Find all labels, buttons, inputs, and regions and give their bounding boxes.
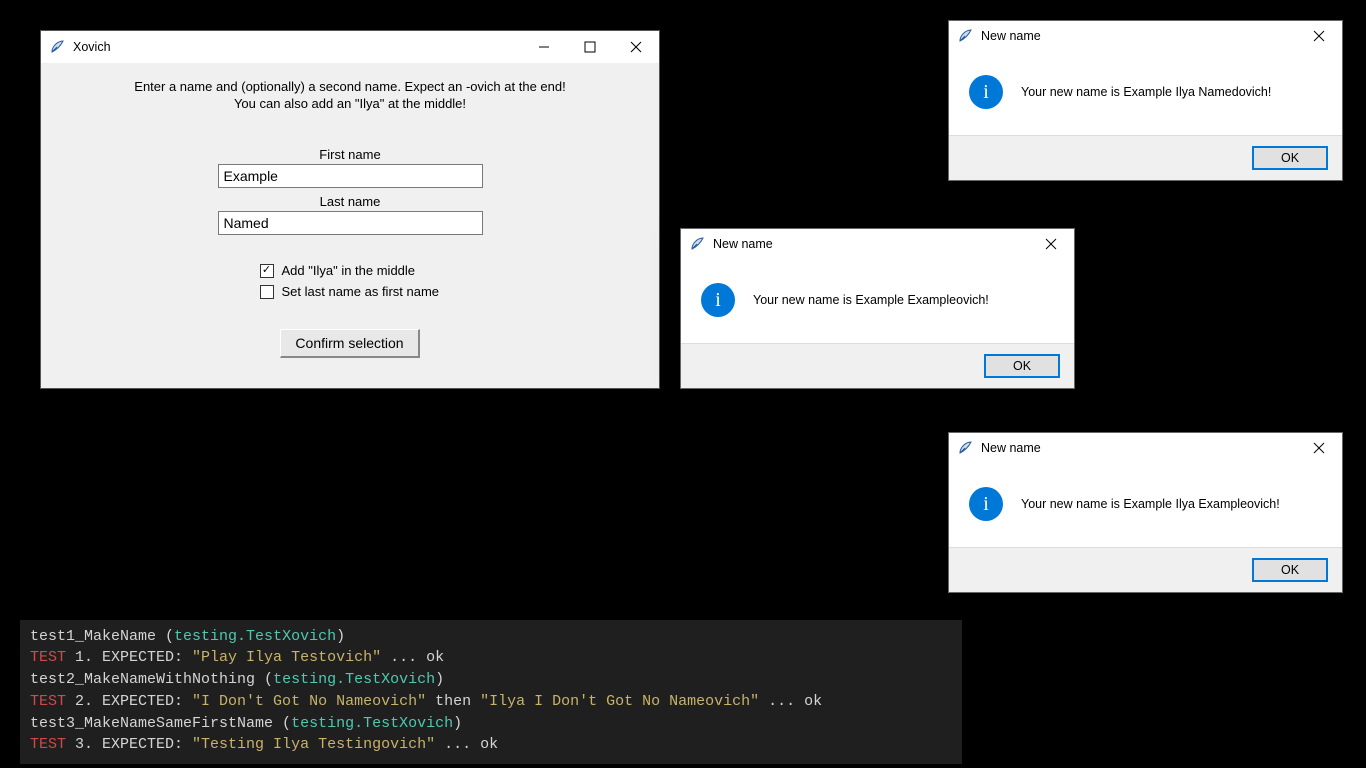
msgbox-text: Your new name is Example Exampleovich!	[753, 293, 989, 307]
first-name-input[interactable]	[218, 164, 483, 188]
ok-button[interactable]: OK	[1252, 558, 1328, 582]
close-button[interactable]	[1296, 20, 1342, 52]
msgbox-footer: OK	[949, 547, 1342, 592]
msgbox-titlebar: New name	[681, 229, 1074, 259]
console-line: test1_MakeName (testing.TestXovich)	[30, 626, 952, 648]
msgbox-body: i Your new name is Example Exampleovich!	[681, 259, 1074, 343]
msgbox-text: Your new name is Example Ilya Exampleovi…	[1021, 497, 1280, 511]
last-name-input[interactable]	[218, 211, 483, 235]
checkbox-lastfirst-row[interactable]: Set last name as first name	[218, 284, 483, 299]
feather-icon	[957, 28, 973, 44]
console-output: test1_MakeName (testing.TestXovich) TEST…	[20, 620, 962, 765]
titlebar: Xovich	[41, 31, 659, 63]
feather-icon	[957, 440, 973, 456]
console-line: TEST 3. EXPECTED: "Testing Ilya Testingo…	[30, 734, 952, 756]
msgbox-title: New name	[981, 29, 1041, 43]
console-line: test2_MakeNameWithNothing (testing.TestX…	[30, 669, 952, 691]
xovich-main-window: Xovich Enter a name and (optionally) a s…	[40, 30, 660, 389]
msgbox-title: New name	[981, 441, 1041, 455]
msgbox-2: New name i Your new name is Example Exam…	[680, 228, 1075, 389]
console-line: TEST 2. EXPECTED: "I Don't Got No Nameov…	[30, 691, 952, 713]
minimize-button[interactable]	[521, 31, 567, 63]
msgbox-footer: OK	[949, 135, 1342, 180]
msgbox-titlebar: New name	[949, 21, 1342, 51]
instruction-text-2: You can also add an "Ilya" at the middle…	[61, 96, 639, 111]
confirm-button[interactable]: Confirm selection	[280, 329, 419, 358]
close-button[interactable]	[1028, 228, 1074, 260]
msgbox-title: New name	[713, 237, 773, 251]
feather-icon	[49, 39, 65, 55]
ok-button[interactable]: OK	[984, 354, 1060, 378]
maximize-button[interactable]	[567, 31, 613, 63]
msgbox-body: i Your new name is Example Ilya Namedovi…	[949, 51, 1342, 135]
msgbox-1: New name i Your new name is Example Ilya…	[948, 20, 1343, 181]
checkbox-ilya[interactable]: ✓	[260, 264, 274, 278]
msgbox-text: Your new name is Example Ilya Namedovich…	[1021, 85, 1271, 99]
msgbox-body: i Your new name is Example Ilya Exampleo…	[949, 463, 1342, 547]
feather-icon	[689, 236, 705, 252]
ok-button[interactable]: OK	[1252, 146, 1328, 170]
close-button[interactable]	[1296, 432, 1342, 464]
info-icon: i	[969, 487, 1003, 521]
checkbox-ilya-label: Add "Ilya" in the middle	[282, 263, 416, 278]
close-button[interactable]	[613, 31, 659, 63]
console-line: TEST 1. EXPECTED: "Play Ilya Testovich" …	[30, 647, 952, 669]
info-icon: i	[969, 75, 1003, 109]
msgbox-titlebar: New name	[949, 433, 1342, 463]
window-body: Enter a name and (optionally) a second n…	[41, 63, 659, 388]
checkbox-ilya-row[interactable]: ✓ Add "Ilya" in the middle	[218, 263, 483, 278]
console-line: test3_MakeNameSameFirstName (testing.Tes…	[30, 713, 952, 735]
msgbox-footer: OK	[681, 343, 1074, 388]
msgbox-3: New name i Your new name is Example Ilya…	[948, 432, 1343, 593]
checkbox-lastfirst[interactable]	[260, 285, 274, 299]
first-name-label: First name	[61, 147, 639, 162]
info-icon: i	[701, 283, 735, 317]
window-title: Xovich	[73, 40, 111, 54]
last-name-label: Last name	[61, 194, 639, 209]
instruction-text: Enter a name and (optionally) a second n…	[61, 79, 639, 94]
checkbox-lastfirst-label: Set last name as first name	[282, 284, 440, 299]
